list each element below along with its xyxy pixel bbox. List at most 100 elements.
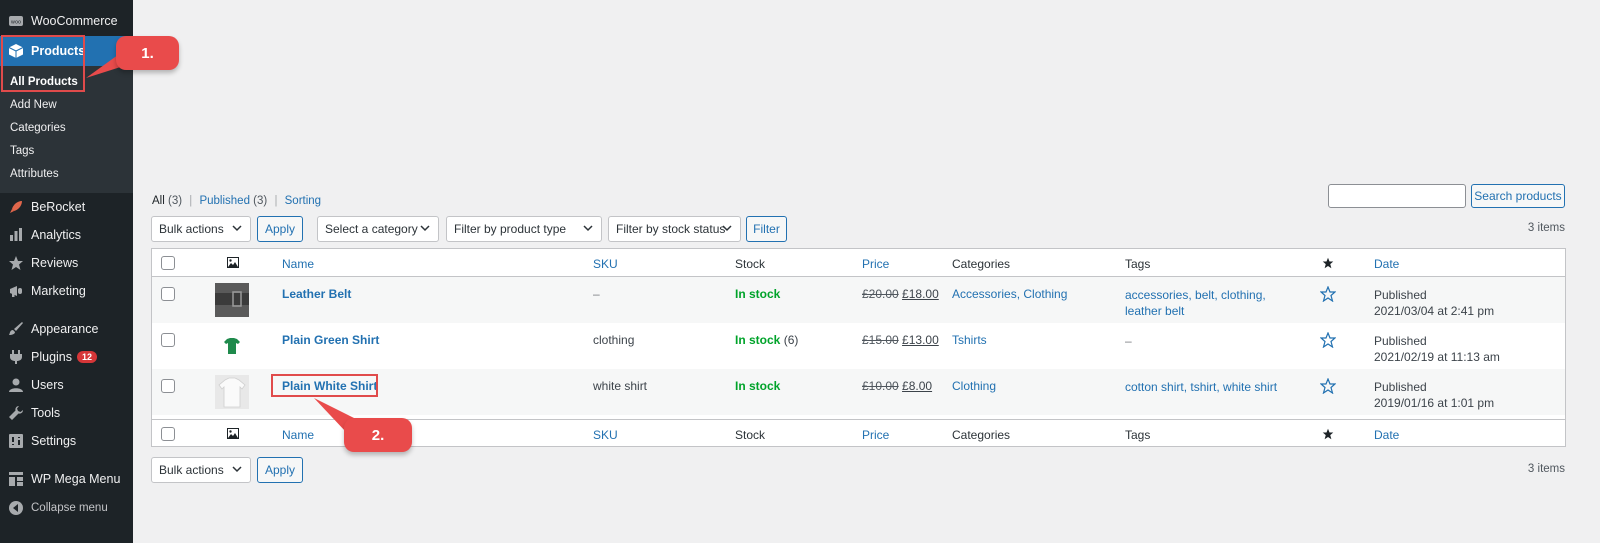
select-all-checkbox-footer[interactable] (161, 427, 175, 441)
menu-item-users[interactable]: Users (0, 371, 133, 399)
plug-icon (7, 348, 25, 366)
view-published[interactable]: Published (3) (199, 195, 267, 207)
footer-header-price[interactable]: Price (862, 428, 889, 442)
table-header-row: Name SKU Stock Price Categories Tags Dat… (152, 249, 1565, 277)
product-name-link[interactable]: Plain Green Shirt (282, 333, 379, 347)
featured-star-icon[interactable] (1320, 332, 1336, 348)
items-count-bottom: 3 items (1527, 463, 1565, 475)
product-thumbnail-plain-green-shirt[interactable] (215, 329, 249, 363)
stock-status-select[interactable]: Filter by stock status (608, 216, 741, 242)
product-categories[interactable]: Tshirts (952, 333, 987, 347)
footer-header-sku[interactable]: SKU (593, 428, 618, 442)
product-date: Published 2021/03/04 at 2:41 pm (1374, 288, 1495, 318)
submenu-add-new[interactable]: Add New (10, 99, 57, 111)
items-count-top: 3 items (1527, 222, 1565, 234)
product-date: Published 2019/01/16 at 1:01 pm (1374, 380, 1495, 410)
callout-step-2: 2. (344, 418, 412, 452)
featured-star-icon[interactable] (1320, 286, 1336, 302)
product-type-select[interactable]: Filter by product type (446, 216, 602, 242)
category-select[interactable]: Select a category (317, 216, 439, 242)
product-stock: In stock (735, 379, 781, 393)
search-products-button[interactable]: Search products (1471, 184, 1565, 208)
footer-header-tags: Tags (1125, 428, 1151, 442)
product-thumbnail-leather-belt[interactable] (215, 283, 249, 317)
product-name-link[interactable]: Leather Belt (282, 287, 351, 301)
product-tags[interactable]: accessories, belt, clothing, leather belt (1125, 287, 1266, 319)
column-header-price[interactable]: Price (862, 257, 889, 271)
bulk-actions-select-top[interactable]: Bulk actions (151, 216, 251, 242)
product-price: £15.00 £13.00 (862, 333, 939, 347)
column-header-name[interactable]: Name (282, 257, 314, 271)
menu-item-marketing[interactable]: Marketing (0, 277, 133, 305)
plugins-update-badge: 12 (77, 351, 98, 363)
apply-button-bottom[interactable]: Apply (257, 457, 303, 483)
column-header-date[interactable]: Date (1374, 257, 1399, 271)
submenu-tags[interactable]: Tags (10, 145, 34, 157)
view-all[interactable]: All (3) (152, 195, 182, 207)
menu-grid-icon (7, 470, 25, 488)
menu-label-tools: Tools (31, 406, 61, 420)
menu-label-plugins: Plugins (31, 350, 72, 364)
submenu-categories[interactable]: Categories (10, 122, 66, 134)
menu-label-marketing: Marketing (31, 284, 86, 298)
collapse-menu-label: Collapse menu (31, 502, 108, 514)
product-stock: In stock (6) (735, 333, 799, 347)
apply-button-top[interactable]: Apply (257, 216, 303, 242)
menu-label-analytics: Analytics (31, 228, 82, 242)
chevron-down-icon (420, 225, 430, 232)
product-categories[interactable]: Accessories, Clothing (952, 287, 1067, 301)
row-checkbox[interactable] (161, 287, 175, 301)
footer-header-categories: Categories (952, 428, 1011, 442)
table-row: Plain Green Shirt clothing In stock (6) … (152, 323, 1565, 369)
wrench-icon (7, 404, 25, 422)
filter-button[interactable]: Filter (746, 216, 787, 242)
featured-column-icon[interactable] (1322, 257, 1334, 269)
product-tags[interactable]: cotton shirt, tshirt, white shirt (1125, 379, 1277, 395)
view-sorting[interactable]: Sorting (285, 195, 321, 207)
product-sku: – (593, 287, 600, 301)
collapse-menu-button[interactable]: Collapse menu (0, 494, 133, 522)
menu-item-tools[interactable]: Tools (0, 399, 133, 427)
featured-column-icon[interactable] (1322, 428, 1334, 440)
chevron-down-icon (722, 225, 732, 232)
product-thumbnail-plain-white-shirt[interactable] (215, 375, 249, 409)
column-header-stock: Stock (735, 257, 766, 271)
table-row: Leather Belt – In stock £20.00 £18.00 Ac… (152, 277, 1565, 323)
callout-step-1: 1. (116, 36, 179, 70)
product-date: Published 2021/02/19 at 11:13 am (1374, 334, 1500, 364)
row-checkbox[interactable] (161, 333, 175, 347)
row-checkbox[interactable] (161, 379, 175, 393)
footer-header-date[interactable]: Date (1374, 428, 1399, 442)
submenu-attributes[interactable]: Attributes (10, 168, 59, 180)
product-price: £20.00 £18.00 (862, 287, 939, 301)
select-all-checkbox[interactable] (161, 256, 175, 270)
column-header-sku[interactable]: SKU (593, 257, 618, 271)
menu-item-plugins[interactable]: Plugins 12 (0, 343, 133, 371)
product-sku: clothing (593, 333, 635, 347)
footer-header-stock: Stock (735, 428, 766, 442)
chevron-down-icon (232, 466, 242, 473)
menu-label-berocket: BeRocket (31, 200, 86, 214)
search-input[interactable] (1328, 184, 1466, 208)
product-price: £10.00 £8.00 (862, 379, 933, 393)
menu-item-appearance[interactable]: Appearance (0, 315, 133, 343)
star-icon (7, 254, 25, 272)
menu-item-settings[interactable]: Settings (0, 427, 133, 455)
image-column-icon (227, 428, 239, 439)
product-categories[interactable]: Clothing (952, 379, 996, 393)
menu-item-reviews[interactable]: Reviews (0, 249, 133, 277)
brush-icon (7, 320, 25, 338)
bulk-actions-select-bottom[interactable]: Bulk actions (151, 457, 251, 483)
featured-star-icon[interactable] (1320, 378, 1336, 394)
settings-icon (7, 432, 25, 450)
menu-item-analytics[interactable]: Analytics (0, 221, 133, 249)
menu-item-wp-mega-menu[interactable]: WP Mega Menu (0, 465, 133, 493)
product-sku: white shirt (593, 379, 648, 393)
collapse-icon (7, 499, 25, 517)
bar-chart-icon (7, 226, 25, 244)
chevron-down-icon (583, 225, 593, 232)
image-column-icon (227, 257, 239, 268)
product-stock: In stock (735, 287, 781, 301)
menu-label-reviews: Reviews (31, 256, 79, 270)
menu-item-berocket[interactable]: BeRocket (0, 193, 133, 221)
